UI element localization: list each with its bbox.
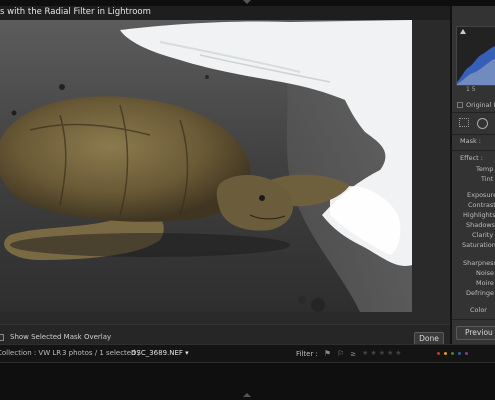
photo-canvas[interactable] [0,20,412,312]
green-label-dot[interactable] [451,352,454,355]
yellow-label-dot[interactable] [444,352,447,355]
title-bar: s with the Radial Filter in Lightroom [0,6,450,20]
right-adjustment-panel: 1 5 Original P Mask : Effect : Temp Tint… [450,6,495,344]
histogram-readout: 1 5 [466,86,476,93]
flag-filter-icon[interactable]: ⚑ [324,349,331,358]
star-icon[interactable]: ★ [379,349,385,358]
slider-clarity[interactable]: Clarity [472,231,493,239]
slider-sharpness[interactable]: Sharpness [463,259,495,267]
slider-highlights[interactable]: Highlights [463,211,495,219]
slider-noise[interactable]: Noise [476,269,494,277]
video-title: s with the Radial Filter in Lightroom [0,7,151,17]
original-photo-checkbox[interactable] [457,102,463,108]
slider-moire[interactable]: Moire [476,279,494,287]
mask-overlay-label: Show Selected Mask Overlay [10,333,112,341]
histogram-graph [457,46,495,85]
slider-shadows[interactable]: Shadows [466,221,495,229]
shadow-clipping-icon[interactable] [460,29,466,34]
spot-removal-tool-icon[interactable] [477,118,488,129]
filmstrip-info-bar: Collection : VW LR 3 photos / 1 selected… [0,344,495,363]
filename: DSC_3689.NEF [131,349,183,357]
slider-exposure[interactable]: Exposure [467,191,495,199]
turtle-photo [0,20,412,312]
purple-label-dot[interactable] [465,352,468,355]
slider-contrast[interactable]: Contrast [468,201,495,209]
red-label-dot[interactable] [437,352,440,355]
mask-overlay-checkbox[interactable] [0,333,4,341]
filename-dropdown[interactable]: DSC_3689.NEF ▾ [131,349,189,357]
star-icon[interactable]: ★ [395,349,401,358]
collapse-top-arrow-icon[interactable] [243,0,251,4]
histogram[interactable] [456,26,495,86]
star-icon[interactable]: ★ [387,349,393,358]
slider-defringe[interactable]: Defringe [466,289,494,297]
expand-filmstrip-arrow-icon[interactable] [243,393,251,397]
filter-label: Filter : [296,349,318,358]
filmstrip [0,363,495,400]
original-photo-label: Original P [466,101,495,109]
color-label-filter [437,352,468,355]
rating-operator[interactable]: ≥ [350,350,356,358]
slider-tint[interactable]: Tint [481,175,493,183]
color-swatch-label[interactable]: Color [470,306,487,314]
develop-workspace: s with the Radial Filter in Lightroom Sh… [0,6,450,350]
photo-count: 3 photos / 1 selected / [62,349,141,357]
filter-controls: Filter : ⚑ ⚐ ≥ ★ ★ ★ ★ ★ [296,349,402,358]
slider-saturation[interactable]: Saturation [462,241,495,249]
panel-divider [452,319,495,320]
lightroom-window: s with the Radial Filter in Lightroom Sh… [0,0,495,400]
slider-temp[interactable]: Temp [476,165,493,173]
mask-overlay-toggle[interactable]: Show Selected Mask Overlay [0,333,111,341]
effect-label[interactable]: Effect : [460,154,483,162]
collection-label[interactable]: Collection : VW LR [0,349,61,357]
panel-divider [452,150,495,151]
previous-button[interactable]: Previou [456,326,495,340]
star-icon[interactable]: ★ [362,349,368,358]
crop-tool-icon[interactable] [459,118,469,127]
star-icon[interactable]: ★ [370,349,376,358]
unflag-filter-icon[interactable]: ⚐ [337,349,344,358]
tool-strip [459,118,488,129]
original-photo-toggle[interactable]: Original P [457,101,495,109]
panel-divider [452,112,495,113]
blue-label-dot[interactable] [458,352,461,355]
panel-divider [452,134,495,135]
star-rating-filter[interactable]: ★ ★ ★ ★ ★ [362,349,401,358]
mask-label: Mask : [460,137,481,145]
